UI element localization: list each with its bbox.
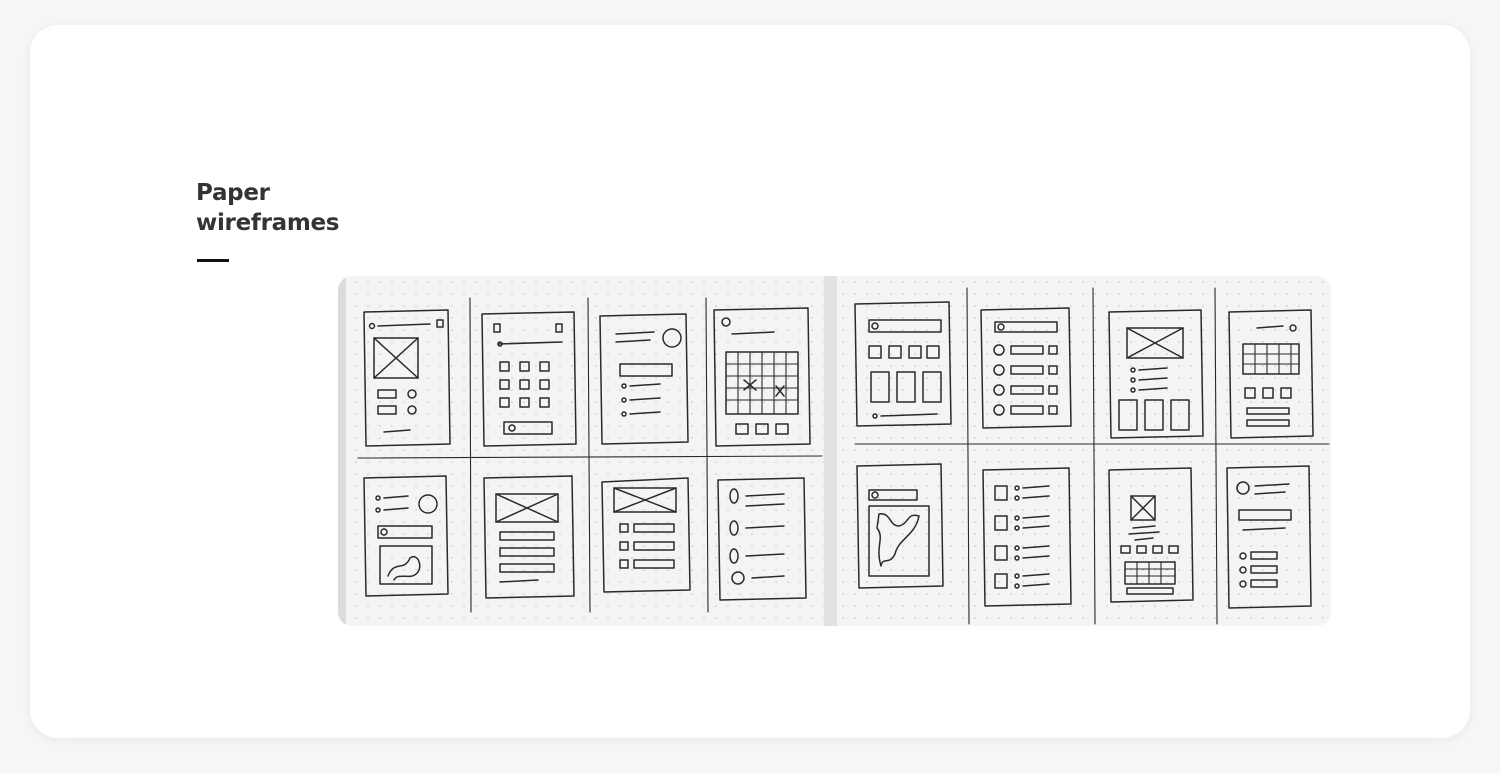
photo-divider <box>824 276 837 626</box>
wireframe-photo-left <box>338 276 824 626</box>
section-title: Paper wireframes <box>196 180 340 236</box>
wireframe-photo-right <box>837 276 1331 626</box>
title-underline <box>197 259 229 262</box>
